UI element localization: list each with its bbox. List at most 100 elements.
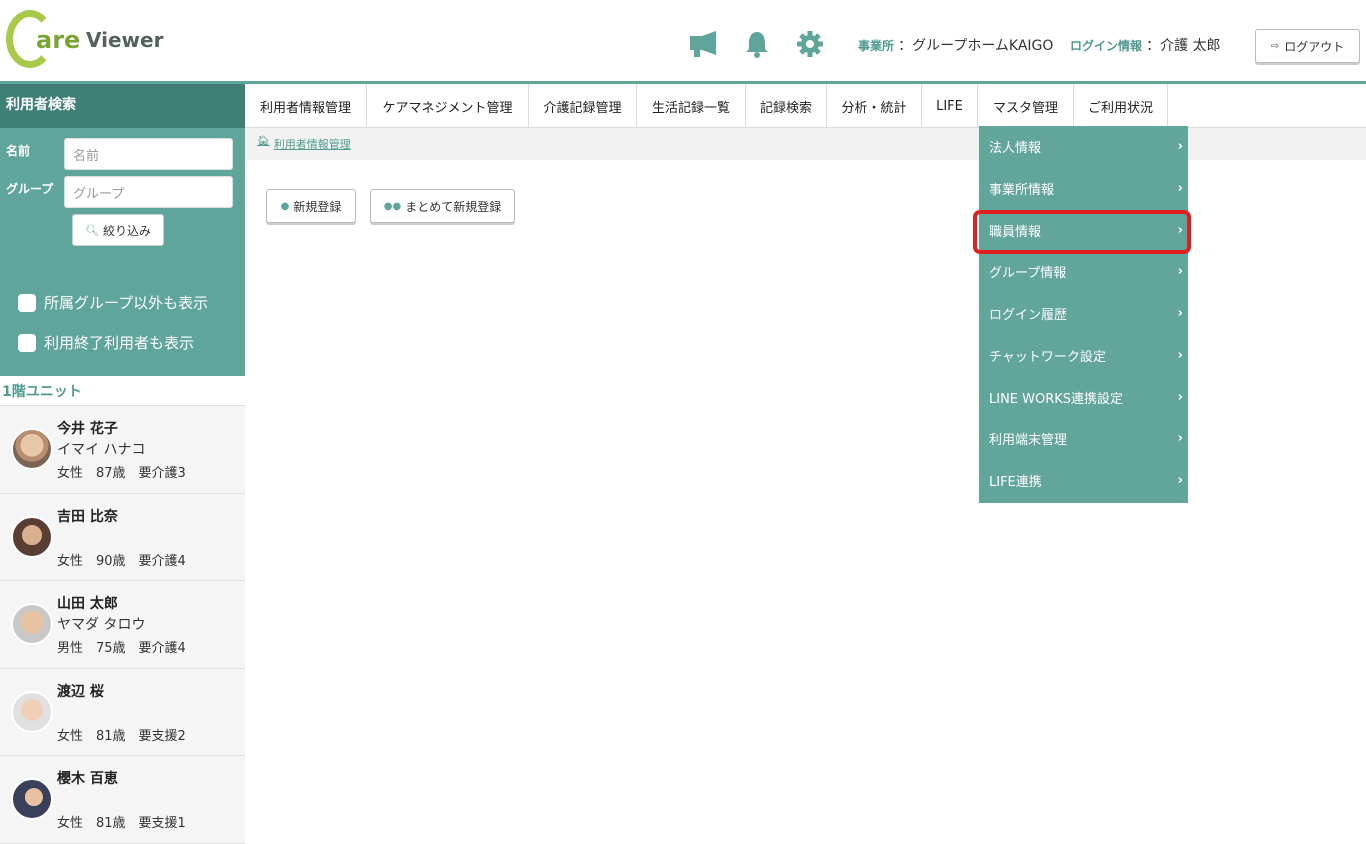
logo-viewer-text: Viewer (86, 28, 164, 52)
menu-item-label: ログイン履歴 (989, 308, 1068, 324)
menu-item-office[interactable]: 事業所情報 › (979, 168, 1188, 210)
user-list-item[interactable]: 櫻木 百恵 女性 81歳 要支援1 (0, 756, 245, 844)
chevron-right-icon: › (1177, 306, 1183, 322)
group-label: グループ (6, 182, 54, 196)
gear-icon[interactable] (795, 30, 825, 58)
breadcrumb-link[interactable]: 🏠︎ 利用者情報管理 (257, 136, 351, 152)
other-groups-label: 所属グループ以外も表示 (44, 294, 209, 312)
app-logo[interactable]: are Viewer (6, 10, 206, 72)
tab-care-records[interactable]: 介護記録管理 (529, 84, 637, 128)
avatar (11, 778, 53, 820)
login-label: ログイン情報 (1069, 39, 1142, 53)
main-nav: 利用者情報管理 ケアマネジメント管理 介護記録管理 生活記録一覧 記録検索 分析… (245, 84, 1366, 128)
search-panel: 名前 名前 グループ グループ 🔍︎ 絞り込み 所属グループ以外も表示 利用終了… (0, 128, 245, 376)
tab-life[interactable]: LIFE (922, 84, 978, 128)
checkbox-box[interactable] (18, 293, 36, 312)
bulk-register-label: まとめて新規登録 (405, 199, 502, 214)
sidebar-title: 利用者検索 (0, 84, 245, 128)
avatar (11, 603, 53, 645)
tab-user-info[interactable]: 利用者情報管理 (245, 84, 367, 128)
tab-master-management[interactable]: マスタ管理 (978, 84, 1074, 128)
user-info: 女性 90歳 要介護4 (57, 553, 186, 569)
tab-life-records[interactable]: 生活記録一覧 (637, 84, 746, 128)
chevron-right-icon: › (1177, 431, 1183, 447)
menu-item-label: 事業所情報 (989, 183, 1055, 199)
menu-item-label: チャットワーク設定 (989, 349, 1106, 365)
highlight-box (973, 210, 1191, 254)
menu-item-label: LIFE連携 (989, 474, 1042, 490)
menu-item-lineworks[interactable]: LINE WORKS連携設定 › (979, 376, 1188, 418)
avatar (11, 690, 53, 733)
new-register-label: 新規登録 (293, 199, 342, 214)
user-list-item[interactable]: 今井 花子 イマイ ハナコ 女性 87歳 要介護3 (0, 406, 245, 494)
chevron-right-icon: › (1177, 264, 1183, 280)
user-kana: ヤマダ タロウ (57, 617, 146, 633)
home-icon: 🏠︎ (257, 136, 270, 147)
menu-item-chatwork[interactable]: チャットワーク設定 › (979, 335, 1188, 377)
user-info: 男性 75歳 要介護4 (57, 641, 186, 656)
user-icon: ● (280, 200, 290, 212)
menu-item-label: 利用端末管理 (989, 433, 1068, 449)
name-label: 名前 (6, 144, 31, 158)
user-search-sidebar: 利用者検索 名前 名前 グループ グループ 🔍︎ 絞り込み 所属グループ以外も表… (0, 84, 245, 844)
logout-button[interactable]: ⇨ ログアウト (1255, 29, 1360, 63)
name-search-input[interactable]: 名前 (64, 138, 233, 170)
tab-record-search[interactable]: 記録検索 (746, 84, 827, 128)
megaphone-icon[interactable] (688, 30, 718, 58)
menu-item-label: グループ情報 (989, 266, 1067, 282)
filter-label: 絞り込み (102, 223, 151, 238)
login-value: ：介護 太郎 (1146, 38, 1221, 54)
logout-icon: ⇨ (1270, 40, 1280, 52)
checkbox-box[interactable] (18, 333, 36, 352)
office-label: 事業所 (858, 39, 895, 53)
user-kana: イマイ ハナコ (57, 442, 146, 458)
breadcrumb-label: 利用者情報管理 (273, 138, 351, 151)
chevron-right-icon: › (1177, 472, 1183, 488)
menu-item-life-link[interactable]: LIFE連携 › (979, 460, 1188, 502)
menu-item-devices[interactable]: 利用端末管理 › (979, 418, 1188, 460)
unit-heading: 1階ユニット (0, 376, 245, 406)
search-icon: 🔍︎ (85, 223, 99, 237)
menu-item-label: LINE WORKS連携設定 (989, 391, 1124, 407)
office-value: ：グループホームKAIGO (898, 38, 1054, 54)
chevron-right-icon: › (1177, 139, 1183, 155)
users-icon: ●● (383, 200, 402, 212)
chevron-right-icon: › (1177, 181, 1183, 197)
filter-button[interactable]: 🔍︎ 絞り込み (72, 214, 164, 246)
new-register-button[interactable]: ● 新規登録 (266, 189, 356, 223)
user-list-item[interactable]: 渡辺 桜 女性 81歳 要支援2 (0, 668, 245, 756)
bulk-register-button[interactable]: ●● まとめて新規登録 (370, 189, 515, 223)
user-info: 女性 87歳 要介護3 (57, 466, 186, 481)
menu-item-group[interactable]: グループ情報 › (979, 251, 1188, 293)
user-name: 今井 花子 (57, 421, 118, 437)
app-header: are Viewer 事業所 ：グループホームKAIGO ログイン情報 ：介護 … (0, 0, 1366, 84)
group-select[interactable]: グループ (64, 176, 233, 208)
master-management-dropdown: 法人情報 › 事業所情報 › 職員情報 › グループ情報 › ログイン履歴 › チャットワ… (979, 126, 1188, 503)
user-list-item[interactable]: 吉田 比奈 女性 90歳 要介護4 (0, 493, 245, 581)
bell-icon[interactable] (742, 30, 772, 58)
tab-care-management[interactable]: ケアマネジメント管理 (367, 84, 529, 128)
user-name: 櫻木 百恵 (57, 771, 118, 787)
avatar (11, 428, 53, 470)
ended-users-checkbox[interactable]: 利用終了利用者も表示 (18, 332, 194, 353)
other-groups-checkbox[interactable]: 所属グループ以外も表示 (18, 292, 208, 313)
chevron-right-icon: › (1177, 347, 1183, 363)
breadcrumb: 🏠︎ 利用者情報管理 (245, 128, 1366, 160)
user-name: 山田 太郎 (57, 596, 118, 612)
tab-analytics[interactable]: 分析・統計 (827, 84, 922, 128)
user-info: 女性 81歳 要支援1 (57, 816, 186, 831)
logout-label: ログアウト (1284, 39, 1345, 54)
office-info: 事業所 ：グループホームKAIGO ログイン情報 ：介護 太郎 (858, 35, 1221, 55)
user-name: 吉田 比奈 (57, 508, 118, 525)
avatar (11, 515, 53, 558)
menu-item-login-history[interactable]: ログイン履歴 › (979, 293, 1188, 335)
chevron-right-icon: › (1177, 389, 1183, 405)
ended-users-label: 利用終了利用者も表示 (44, 334, 195, 352)
tab-usage-status[interactable]: ご利用状況 (1074, 84, 1168, 128)
user-list-item[interactable]: 山田 太郎 ヤマダ タロウ 男性 75歳 要介護4 (0, 581, 245, 669)
menu-item-corporation[interactable]: 法人情報 › (979, 126, 1188, 168)
menu-item-label: 法人情報 (989, 141, 1042, 157)
user-name: 渡辺 桜 (57, 683, 104, 700)
user-info: 女性 81歳 要支援2 (57, 728, 186, 744)
logo-are-text: are (36, 26, 81, 54)
